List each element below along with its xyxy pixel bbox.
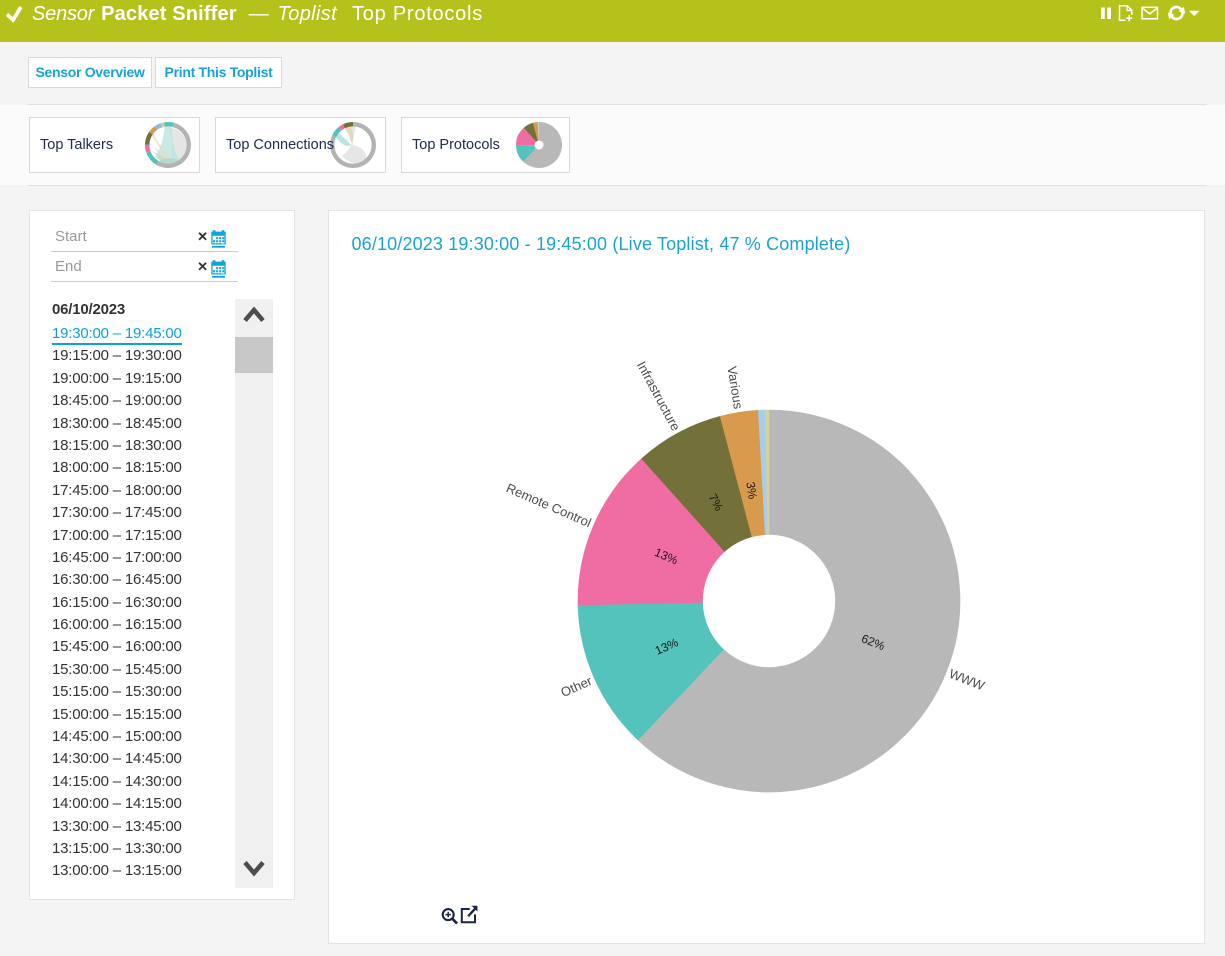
svg-text:Various: Various (724, 365, 746, 410)
svg-text:Infrastructure: Infrastructure (634, 359, 684, 434)
svg-text:Remote Control: Remote Control (504, 480, 594, 530)
svg-text:3%: 3% (743, 481, 760, 501)
svg-text:Other: Other (558, 673, 594, 700)
svg-text:WWW: WWW (947, 666, 987, 694)
